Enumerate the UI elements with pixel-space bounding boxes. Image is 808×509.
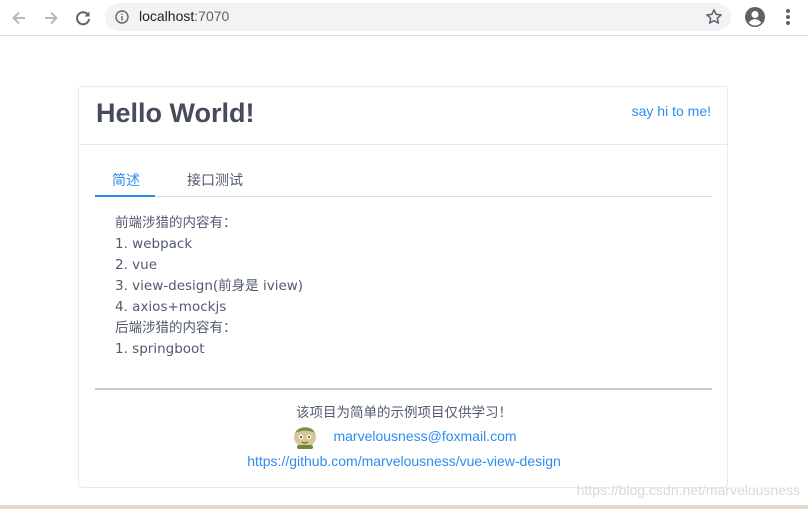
reload-icon xyxy=(76,11,90,26)
content-line: 1. webpack xyxy=(115,236,193,252)
info-icon[interactable] xyxy=(115,10,129,24)
github-link[interactable]: https://github.com/marvelousness/vue-vie… xyxy=(247,453,561,469)
footer-divider xyxy=(95,388,712,390)
avatar xyxy=(294,426,317,449)
card-header: Hello World! say hi to me! xyxy=(79,87,727,145)
content-line: 1. springboot xyxy=(115,341,205,357)
content-line: 后端涉猎的内容有： xyxy=(115,320,237,336)
forward-arrow-icon xyxy=(45,11,58,25)
url-text[interactable]: localhost:7070 xyxy=(139,8,229,24)
profile-icon[interactable] xyxy=(744,6,766,28)
reload-button[interactable] xyxy=(72,7,94,29)
url-host: localhost xyxy=(139,8,195,24)
active-tab-indicator xyxy=(95,195,155,197)
browser-toolbar: localhost:7070 xyxy=(0,0,808,36)
url-port: :7070 xyxy=(194,8,230,24)
bottom-strip xyxy=(0,505,808,509)
card-title: Hello World! xyxy=(96,98,255,128)
content-line: 2. vue xyxy=(115,257,158,273)
say-hi-link[interactable]: say hi to me! xyxy=(632,103,711,119)
tab-api-test[interactable]: 接口测试 xyxy=(187,170,243,190)
back-arrow-icon xyxy=(12,11,25,25)
footer-note: 该项目为简单的示例项目仅供学习！ xyxy=(296,405,512,421)
overview-content: 前端涉猎的内容有： 1. webpack 2. vue 3. view-desi… xyxy=(115,213,303,360)
back-button[interactable] xyxy=(8,7,30,29)
content-line: 4. axios+mockjs xyxy=(115,299,227,315)
email-link[interactable]: marvelousness@foxmail.com xyxy=(333,428,516,444)
card-footer: 该项目为简单的示例项目仅供学习！ marvelousness@foxmail.c… xyxy=(79,401,729,472)
tab-overview[interactable]: 简述 xyxy=(112,170,140,190)
menu-dots-icon[interactable] xyxy=(783,6,793,28)
forward-button[interactable] xyxy=(40,7,62,29)
content-line: 前端涉猎的内容有： xyxy=(115,215,237,231)
watermark: https://blog.csdn.net/marvelousness xyxy=(576,482,800,498)
email-row: marvelousness@foxmail.com xyxy=(79,423,729,449)
tab-bar: 简述 接口测试 xyxy=(95,162,712,197)
content-line: 3. view-design(前身是 iview) xyxy=(115,278,304,294)
star-icon[interactable] xyxy=(705,8,723,26)
main-card: Hello World! say hi to me! 简述 接口测试 前端涉猎的… xyxy=(78,86,728,488)
address-bar[interactable]: localhost:7070 xyxy=(105,3,731,31)
